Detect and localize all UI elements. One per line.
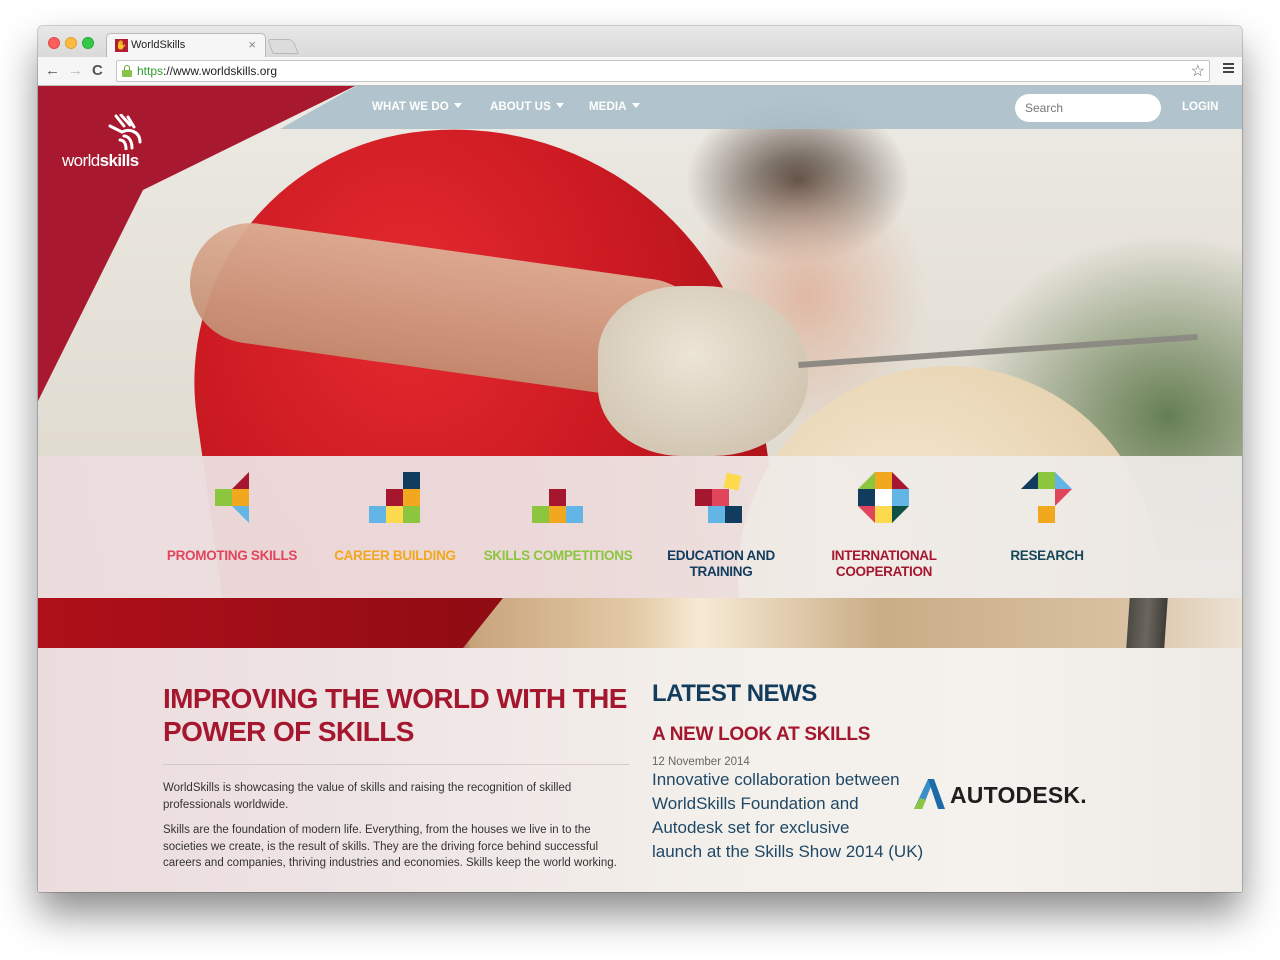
top-navigation: WHAT WE DO ABOUT US MEDIA LOGIN: [38, 86, 1242, 129]
pillar-label: INTERNATIONAL COOPERATION: [831, 548, 937, 579]
pillar-label: EDUCATION AND TRAINING: [667, 548, 775, 579]
nav-what-we-do[interactable]: WHAT WE DO: [372, 101, 462, 113]
pillar-label: CAREER BUILDING: [334, 548, 456, 563]
pillar-label: PROMOTING SKILLS: [166, 548, 298, 563]
mission-heading: IMPROVING THE WORLD WITH THE POWER OF SK…: [163, 683, 627, 747]
reload-icon[interactable]: C: [92, 61, 103, 81]
tab-strip: ✋ WorldSkills ×: [38, 26, 1242, 57]
browser-toolbar: ← → C https://www.worldskills.org ☆: [38, 57, 1242, 86]
mission-paragraph: WorldSkills is showcasing the value of s…: [163, 782, 572, 811]
clamp-image-detail: [1126, 598, 1168, 648]
autodesk-logo: AUTODESK.: [912, 778, 1112, 818]
tab-title: WorldSkills: [131, 39, 186, 51]
autodesk-a-icon: [914, 779, 945, 809]
new-tab-button[interactable]: [267, 39, 299, 54]
promoting-skills-icon: [215, 472, 249, 523]
nav-about-us[interactable]: ABOUT US: [490, 101, 564, 113]
research-icon: [1021, 472, 1072, 523]
browser-tab[interactable]: ✋ WorldSkills ×: [106, 33, 266, 57]
url-text[interactable]: https://www.worldskills.org: [137, 64, 277, 78]
login-link[interactable]: LOGIN: [1182, 101, 1218, 113]
pillar-label: SKILLS COMPETITIONS: [483, 548, 633, 563]
nav-media[interactable]: MEDIA: [589, 101, 640, 113]
pillar-promoting-skills[interactable]: PROMOTING SKILLS: [157, 456, 307, 598]
mission-paragraph: Skills are the foundation of modern life…: [163, 824, 617, 869]
lock-icon: [122, 65, 132, 77]
news-item-title-link[interactable]: A NEW LOOK AT SKILLS: [652, 724, 870, 746]
pillar-education-training[interactable]: EDUCATION AND TRAINING: [646, 456, 796, 598]
back-arrow-icon[interactable]: ←: [45, 61, 60, 81]
international-cooperation-icon: [858, 472, 909, 523]
career-building-icon: [369, 472, 420, 523]
worldskills-favicon-icon: ✋: [115, 39, 128, 52]
content-section: IMPROVING THE WORLD WITH THE POWER OF SK…: [38, 648, 1242, 892]
skills-competitions-icon: [532, 489, 583, 523]
zoom-window-button[interactable]: [82, 37, 94, 49]
news-item-summary[interactable]: AUTODESK. Innovative collaboration betwe…: [652, 768, 1112, 864]
web-page: worldskills WHAT WE DO ABOUT US MEDIA LO…: [38, 86, 1242, 892]
latest-news-heading: LATEST NEWS: [652, 680, 817, 707]
pillar-research[interactable]: RESEARCH: [972, 456, 1122, 598]
pillar-international-cooperation[interactable]: INTERNATIONAL COOPERATION: [809, 456, 959, 598]
caret-down-icon: [631, 103, 640, 108]
divider: [163, 764, 629, 765]
minimize-window-button[interactable]: [65, 37, 77, 49]
forward-arrow-icon[interactable]: →: [68, 61, 83, 81]
pillar-label: RESEARCH: [1010, 548, 1084, 563]
browser-window: ✋ WorldSkills × ← → C https://www.worlds…: [38, 26, 1242, 892]
tab-close-icon[interactable]: ×: [248, 37, 256, 52]
bookmark-star-icon[interactable]: ☆: [1191, 61, 1205, 81]
close-window-button[interactable]: [48, 37, 60, 49]
hamburger-menu-icon[interactable]: [1223, 63, 1234, 75]
caret-down-icon: [555, 103, 564, 108]
search-input[interactable]: [1015, 94, 1161, 122]
pillars-bar: PROMOTING SKILLS CAREER BUILDING SKILLS …: [38, 456, 1242, 598]
news-summary-text: Innovative collaboration between WorldSk…: [652, 770, 924, 861]
news-item-date: 12 November 2014: [652, 756, 750, 768]
logo-wordmark: worldskills: [62, 151, 139, 170]
address-bar[interactable]: https://www.worldskills.org ☆: [116, 60, 1210, 82]
education-training-icon: [695, 472, 742, 523]
caret-down-icon: [453, 103, 462, 108]
pillar-career-building[interactable]: CAREER BUILDING: [320, 456, 470, 598]
pillar-skills-competitions[interactable]: SKILLS COMPETITIONS: [483, 456, 633, 598]
